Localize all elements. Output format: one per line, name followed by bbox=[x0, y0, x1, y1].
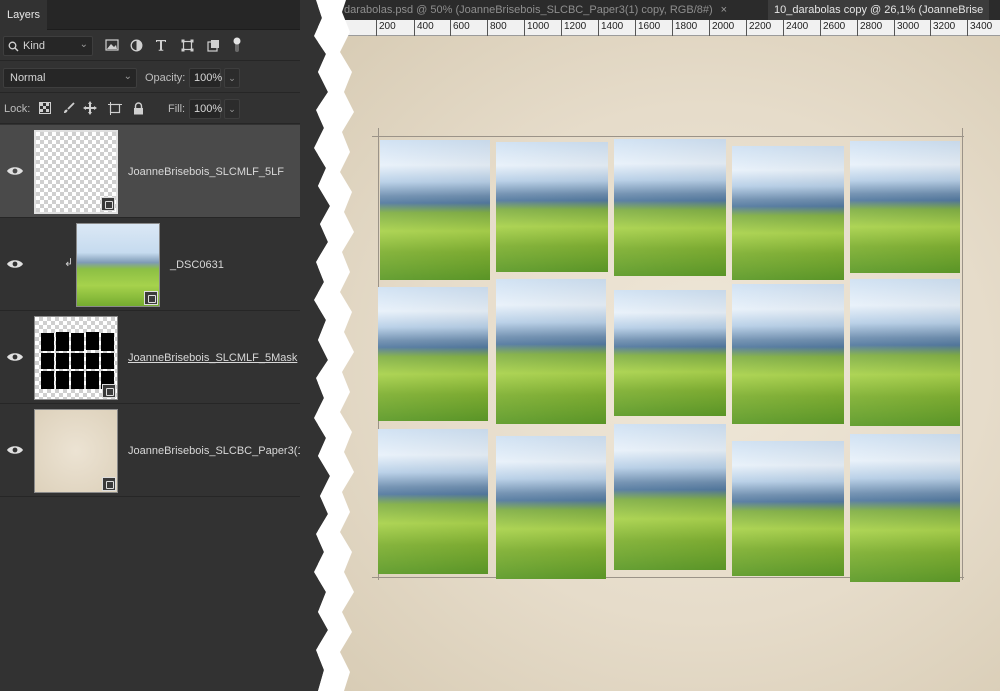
photo-tile bbox=[614, 290, 726, 416]
horizontal-ruler[interactable]: 200 400 600 800 1000 1200 1400 1600 1800… bbox=[340, 20, 1000, 36]
document-canvas[interactable] bbox=[340, 36, 1000, 691]
layer-row[interactable]: JoanneBrisebois_SLCBC_Paper3(1) bbox=[0, 404, 318, 497]
blend-mode-value: Normal bbox=[10, 72, 46, 84]
filter-toggle-icon[interactable] bbox=[229, 37, 245, 53]
lock-artboard-icon[interactable] bbox=[107, 100, 123, 116]
visibility-eye-icon[interactable] bbox=[6, 444, 24, 456]
ruler-tick-label: 600 bbox=[453, 21, 470, 32]
photo-tile bbox=[496, 142, 608, 272]
layer-thumbnail[interactable] bbox=[34, 409, 118, 493]
layer-list: JoanneBrisebois_SLCMLF_5LF ↲ _DSC0631 Jo… bbox=[0, 125, 318, 497]
ruler-tick-label: 2200 bbox=[749, 21, 772, 32]
ruler-tick-label: 1600 bbox=[638, 21, 661, 32]
ruler-tick-label: 800 bbox=[490, 21, 507, 32]
ruler-tick-label: 2000 bbox=[712, 21, 735, 32]
chevron-down-icon: ⌄ bbox=[123, 71, 132, 82]
document-tab-active[interactable]: 10_darabolas copy @ 26,1% (JoanneBrise bbox=[768, 0, 990, 20]
photo-tile bbox=[732, 284, 844, 424]
ruler-tick-label: 1800 bbox=[675, 21, 698, 32]
ruler-tick-label: 1000 bbox=[527, 21, 550, 32]
opacity-chevron-icon[interactable]: ⌄ bbox=[224, 68, 240, 88]
filter-pixel-icon[interactable] bbox=[104, 37, 120, 53]
layer-list-empty-area bbox=[0, 500, 318, 691]
lock-row: Lock: Fill: 100% ⌄ bbox=[0, 94, 318, 124]
document-area: darabolas.psd @ 50% (JoanneBrisebois_SLC… bbox=[340, 0, 1000, 691]
lock-label: Lock: bbox=[4, 103, 31, 115]
photo-grid bbox=[372, 128, 964, 588]
lock-all-padlock-icon[interactable] bbox=[130, 100, 146, 116]
smart-object-badge-icon bbox=[144, 291, 158, 305]
fill-chevron-icon[interactable]: ⌄ bbox=[224, 99, 240, 119]
ruler-tick-label: 400 bbox=[417, 21, 434, 32]
layer-name[interactable]: _DSC0631 bbox=[170, 259, 224, 271]
photo-tile bbox=[732, 441, 844, 576]
smart-object-badge-icon bbox=[102, 477, 116, 491]
clipping-arrow-icon: ↲ bbox=[64, 257, 74, 269]
layer-thumbnail[interactable] bbox=[76, 223, 160, 307]
photo-tile bbox=[614, 424, 726, 570]
ruler-tick-label: 3200 bbox=[933, 21, 956, 32]
lock-transparent-icon[interactable] bbox=[37, 100, 53, 116]
ruler-tick-label: 3000 bbox=[897, 21, 920, 32]
document-tab[interactable]: darabolas.psd @ 50% (JoanneBrisebois_SLC… bbox=[344, 0, 727, 20]
filter-shape-icon[interactable] bbox=[179, 37, 195, 53]
filter-kind-select[interactable]: Kind ⌄ bbox=[3, 36, 93, 56]
lock-position-move-icon[interactable] bbox=[82, 100, 98, 116]
layer-name[interactable]: JoanneBrisebois_SLCMLF_5Mask bbox=[128, 352, 297, 364]
photo-tile bbox=[850, 279, 960, 426]
close-icon[interactable]: × bbox=[721, 4, 727, 16]
layer-name[interactable]: JoanneBrisebois_SLCMLF_5LF bbox=[128, 166, 284, 178]
ruler-tick-label: 3400 bbox=[970, 21, 993, 32]
visibility-eye-icon[interactable] bbox=[6, 258, 24, 270]
opacity-field[interactable]: 100% bbox=[189, 68, 222, 88]
search-icon bbox=[8, 41, 19, 51]
photo-tile bbox=[496, 279, 606, 424]
ruler-tick-label: 2800 bbox=[860, 21, 883, 32]
layer-thumbnail[interactable] bbox=[34, 130, 118, 214]
photo-tile bbox=[850, 141, 960, 273]
ruler-tick-label: 1400 bbox=[601, 21, 624, 32]
panel-tab-bar: Layers bbox=[0, 0, 318, 30]
photo-tile bbox=[614, 139, 726, 276]
filter-smart-object-icon[interactable] bbox=[205, 37, 221, 53]
filter-type-icon[interactable] bbox=[153, 37, 169, 53]
document-tab-label: 10_darabolas copy @ 26,1% (JoanneBrise bbox=[774, 4, 984, 16]
visibility-eye-icon[interactable] bbox=[6, 351, 24, 363]
filter-row: Kind ⌄ bbox=[0, 31, 318, 61]
visibility-eye-icon[interactable] bbox=[6, 165, 24, 177]
photo-tile bbox=[378, 429, 488, 574]
filter-adjustment-icon[interactable] bbox=[128, 37, 144, 53]
blend-row: Normal ⌄ Opacity: 100% ⌄ bbox=[0, 63, 318, 93]
fill-label: Fill: bbox=[168, 103, 186, 115]
fill-field[interactable]: 100% bbox=[189, 99, 222, 119]
layer-row[interactable]: JoanneBrisebois_SLCMLF_5LF bbox=[0, 125, 318, 218]
blend-mode-select[interactable]: Normal ⌄ bbox=[3, 68, 137, 88]
ruler-tick-label: 200 bbox=[379, 21, 396, 32]
layers-panel: Layers Kind ⌄ Normal ⌄ Opacity: 100% ⌄ L… bbox=[0, 0, 318, 691]
lock-image-brush-icon[interactable] bbox=[60, 100, 76, 116]
smart-object-badge-icon bbox=[101, 197, 115, 211]
photo-tile bbox=[496, 436, 606, 579]
photo-tile bbox=[378, 287, 488, 421]
torn-edge-divider bbox=[300, 0, 354, 691]
opacity-label: Opacity: bbox=[145, 72, 186, 84]
layer-name[interactable]: JoanneBrisebois_SLCBC_Paper3(1) bbox=[128, 445, 307, 457]
photo-tile bbox=[850, 434, 960, 582]
smart-object-badge-icon bbox=[102, 384, 116, 398]
layer-thumbnail[interactable] bbox=[34, 316, 118, 400]
layer-row[interactable]: ↲ _DSC0631 bbox=[0, 218, 318, 311]
filter-kind-label: Kind bbox=[23, 40, 46, 52]
ruler-tick-label: 2400 bbox=[786, 21, 809, 32]
photo-tile bbox=[732, 146, 844, 280]
ruler-tick-label: 2600 bbox=[823, 21, 846, 32]
document-tab-bar: darabolas.psd @ 50% (JoanneBrisebois_SLC… bbox=[340, 0, 1000, 20]
chevron-down-icon: ⌄ bbox=[79, 39, 88, 50]
document-tab-label: darabolas.psd @ 50% (JoanneBrisebois_SLC… bbox=[344, 4, 713, 16]
ruler-tick-label: 1200 bbox=[564, 21, 587, 32]
tab-layers[interactable]: Layers bbox=[0, 0, 47, 30]
layer-row[interactable]: JoanneBrisebois_SLCMLF_5Mask bbox=[0, 311, 318, 404]
photo-tile bbox=[380, 140, 490, 280]
